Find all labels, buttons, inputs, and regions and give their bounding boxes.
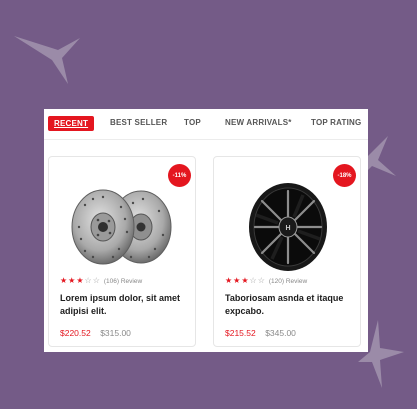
review-count: (120) Review — [268, 277, 308, 285]
star-icon: ★ — [241, 276, 249, 285]
product-tabs-panel: RECENT BEST SELLER TOP NEW ARRIVALS* TOP… — [44, 109, 368, 352]
star-rating: ★ ★ ★ ☆ ☆ (106) Review — [60, 277, 142, 285]
price-row: $220.52 $315.00 — [60, 323, 131, 341]
star-icon: ★ — [225, 276, 233, 285]
star-icon: ★ — [60, 276, 68, 285]
brake-rotors-image[interactable] — [63, 177, 183, 277]
review-count: (106) Review — [103, 277, 143, 285]
current-price: $220.52 — [60, 328, 91, 338]
original-price: $345.00 — [265, 328, 296, 338]
product-card[interactable]: -11% ★ ★ ★ ☆ ☆ (106) Review Lorem ipsum … — [48, 156, 196, 347]
tab-top-rating[interactable]: TOP RATING — [311, 118, 361, 127]
star-icon: ★ — [233, 276, 241, 285]
star-icon: ☆ — [92, 276, 100, 285]
tab-best-seller[interactable]: BEST SELLER — [110, 118, 167, 127]
product-card[interactable]: -18% H ★ ★ ★ ☆ ☆ (120) Review Taboriosam… — [213, 156, 361, 347]
star-icon: ☆ — [249, 276, 257, 285]
price-row: $215.52 $345.00 — [225, 323, 296, 341]
star-icon: ★ — [68, 276, 76, 285]
decorative-star-icon — [14, 36, 80, 84]
tab-top[interactable]: TOP — [184, 118, 201, 127]
product-title[interactable]: Lorem ipsum dolor, sit amet adipisi elit… — [60, 292, 190, 318]
star-icon: ☆ — [84, 276, 92, 285]
svg-text:H: H — [285, 225, 290, 232]
original-price: $315.00 — [100, 328, 131, 338]
tab-recent[interactable]: RECENT — [48, 116, 95, 131]
star-icon: ★ — [76, 276, 84, 285]
tab-bar: RECENT BEST SELLER TOP NEW ARRIVALS* TOP… — [44, 109, 368, 140]
star-rating: ★ ★ ★ ☆ ☆ (120) Review — [225, 277, 307, 285]
black-alloy-wheel-image[interactable]: H — [228, 177, 348, 277]
star-icon: ☆ — [257, 276, 265, 285]
product-title[interactable]: Taboriosam asnda et itaque expcabo. — [225, 292, 355, 318]
current-price: $215.52 — [225, 328, 256, 338]
tab-new-arrivals[interactable]: NEW ARRIVALS* — [225, 118, 292, 127]
